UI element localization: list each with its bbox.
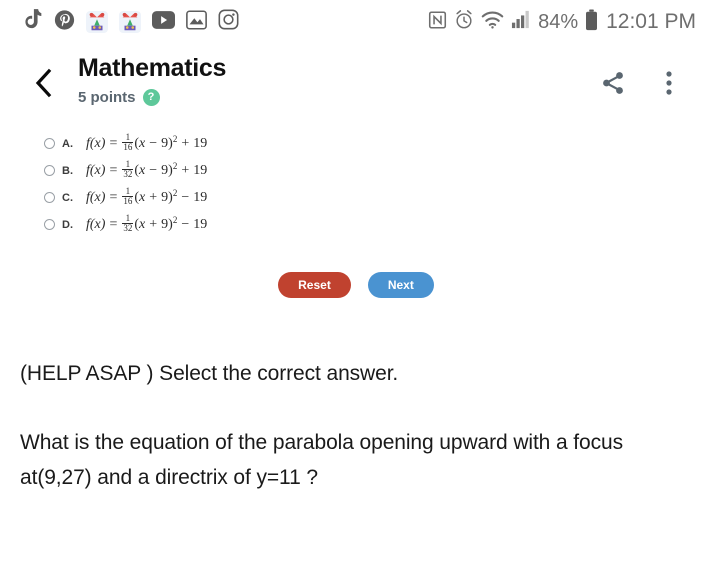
instagram-icon (218, 9, 239, 35)
help-icon[interactable]: ? (142, 89, 160, 106)
battery-percent-label: 84% (538, 10, 579, 33)
option-c-power: 2 (172, 187, 178, 198)
option-d-inner-sign: + (149, 216, 158, 232)
points-row: 5 points ? (78, 89, 600, 106)
wifi-icon (481, 10, 504, 34)
option-b-denominator: 32 (122, 169, 134, 179)
question-body: (HELP ASAP ) Select the correct answer. … (0, 360, 712, 495)
option-c-fraction: 1 16 (122, 185, 134, 207)
battery-icon (585, 8, 598, 36)
option-a-var: x (139, 135, 146, 151)
answer-option-c[interactable]: C. f(x) = 1 16 ( x + 9 ) 2 − 19 (44, 184, 712, 211)
youtube-icon (152, 10, 175, 34)
tiktok-icon (22, 8, 43, 36)
option-b-inner-sign: − (149, 162, 158, 178)
option-formula-d: f(x) = 1 32 ( x + 9 ) 2 − 19 (86, 212, 208, 235)
clock-label: 12:01 PM (606, 10, 696, 33)
option-a-fraction: 1 16 (122, 131, 134, 153)
answer-options-list: A. f(x) = 1 16 ( x − 9 ) 2 + 19 B. f(x) … (0, 130, 712, 238)
answer-option-a[interactable]: A. f(x) = 1 16 ( x − 9 ) 2 + 19 (44, 130, 712, 157)
option-b-tail-const: 19 (193, 162, 208, 178)
option-a-numerator: 1 (125, 131, 131, 142)
option-letter-c: C. (62, 191, 73, 204)
option-c-inner-const: 9 (161, 189, 169, 205)
option-c-tail-const: 19 (193, 189, 208, 205)
option-b-numerator: 1 (125, 158, 131, 169)
option-letter-a: A. (62, 137, 73, 150)
option-c-denominator: 16 (122, 196, 134, 206)
option-b-equals: = (109, 162, 118, 178)
next-button[interactable]: Next (367, 272, 434, 298)
option-c-fx: f(x) (86, 189, 106, 205)
option-d-equals: = (109, 216, 118, 232)
radio-button-a[interactable] (44, 138, 55, 149)
option-d-power: 2 (172, 214, 178, 225)
option-letter-d: D. (62, 218, 73, 231)
app-header: Mathematics 5 points ? (0, 44, 712, 106)
question-intro-text: (HELP ASAP ) Select the correct answer. (20, 362, 399, 385)
option-a-inner-const: 9 (161, 135, 169, 151)
option-formula-a: f(x) = 1 16 ( x − 9 ) 2 + 19 (86, 131, 208, 154)
option-b-fx: f(x) (86, 162, 106, 178)
radio-button-d[interactable] (44, 219, 55, 230)
option-d-var: x (139, 216, 146, 232)
option-c-tail-sign: − (181, 189, 190, 205)
party-app-icon-1 (86, 11, 108, 33)
option-c-numerator: 1 (125, 185, 131, 196)
radio-button-c[interactable] (44, 192, 55, 203)
option-a-tail-const: 19 (193, 135, 208, 151)
header-actions (600, 70, 694, 96)
option-a-fx: f(x) (86, 135, 106, 151)
option-c-var: x (139, 189, 146, 205)
pinterest-icon (54, 9, 75, 36)
status-bar-right-icons: 84% 12:01 PM (428, 8, 696, 36)
party-app-icon-2 (119, 11, 141, 33)
alarm-icon (454, 9, 474, 35)
option-a-tail-sign: + (181, 135, 190, 151)
option-c-equals: = (109, 189, 118, 205)
option-d-denominator: 32 (122, 223, 134, 233)
page-title: Mathematics (78, 54, 227, 82)
option-b-tail-sign: + (181, 162, 190, 178)
status-bar-left-icons (22, 8, 239, 36)
option-b-power: 2 (172, 160, 178, 171)
option-d-tail-const: 19 (193, 216, 208, 232)
radio-button-b[interactable] (44, 165, 55, 176)
option-b-inner-const: 9 (161, 162, 169, 178)
more-options-button[interactable] (656, 70, 682, 96)
option-a-power: 2 (172, 133, 178, 144)
option-formula-c: f(x) = 1 16 ( x + 9 ) 2 − 19 (86, 185, 208, 208)
share-button[interactable] (600, 70, 626, 96)
option-formula-b: f(x) = 1 32 ( x − 9 ) 2 + 19 (86, 158, 208, 181)
option-d-fx: f(x) (86, 216, 106, 232)
option-b-var: x (139, 162, 146, 178)
back-button[interactable] (24, 60, 64, 106)
option-c-inner-sign: + (149, 189, 158, 205)
option-d-fraction: 1 32 (122, 212, 134, 234)
nfc-icon (428, 10, 447, 35)
question-main-text: What is the equation of the parabola ope… (20, 431, 624, 489)
signal-icon (511, 10, 531, 34)
answer-option-b[interactable]: B. f(x) = 1 32 ( x − 9 ) 2 + 19 (44, 157, 712, 184)
option-b-fraction: 1 32 (122, 158, 134, 180)
gallery-icon (186, 9, 207, 35)
status-bar: 84% 12:01 PM (0, 0, 712, 44)
option-d-numerator: 1 (125, 212, 131, 223)
option-letter-b: B. (62, 164, 73, 177)
action-button-row: Reset Next (0, 272, 712, 298)
reset-button[interactable]: Reset (278, 272, 351, 298)
answer-option-d[interactable]: D. f(x) = 1 32 ( x + 9 ) 2 − 19 (44, 211, 712, 238)
header-title-block: Mathematics 5 points ? (78, 52, 600, 106)
option-a-denominator: 16 (122, 142, 134, 152)
option-d-tail-sign: − (181, 216, 190, 232)
points-label: 5 points (78, 89, 136, 106)
option-a-inner-sign: − (149, 135, 158, 151)
option-d-inner-const: 9 (161, 216, 169, 232)
option-a-equals: = (109, 135, 118, 151)
